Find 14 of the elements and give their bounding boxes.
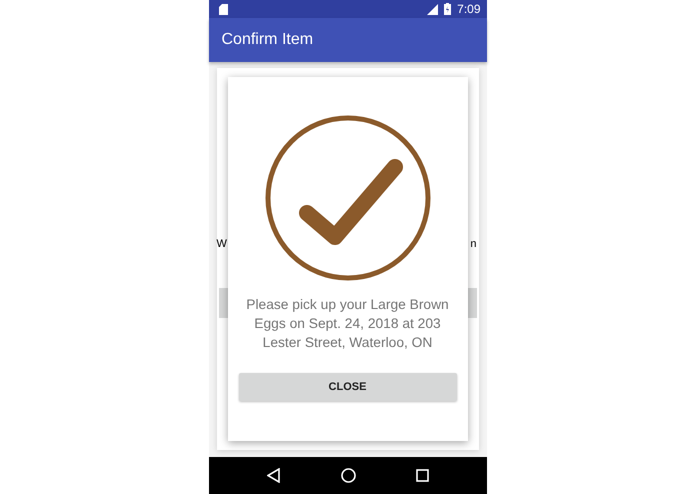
recents-icon[interactable] xyxy=(416,469,428,482)
clock-time: 7:09 xyxy=(457,2,480,16)
battery-icon xyxy=(444,3,452,15)
app-bar-title: Confirm Item xyxy=(222,31,314,49)
checkmark-icon xyxy=(264,115,430,281)
background-text: n xyxy=(470,238,476,250)
signal-icon xyxy=(427,4,438,14)
pickup-message: Please pick up your Large Brown Eggs on Sept. 24, 2018 at 203 Lester Street, Waterloo, ON xyxy=(245,296,450,352)
home-icon[interactable] xyxy=(340,468,356,483)
back-icon[interactable] xyxy=(266,468,280,483)
background-button-edge xyxy=(218,288,228,318)
sd-card-icon xyxy=(218,4,228,14)
close-button[interactable]: CLOSE xyxy=(238,373,456,401)
background-text: W xyxy=(216,238,227,250)
